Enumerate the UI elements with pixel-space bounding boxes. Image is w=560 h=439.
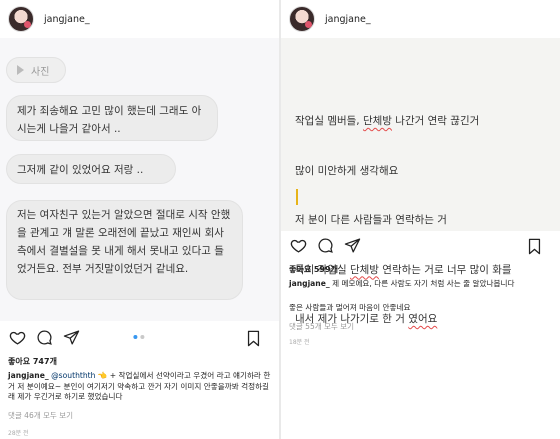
avatar[interactable] <box>8 6 34 32</box>
post-timestamp: 28분 전 <box>8 430 29 437</box>
post-image-chat: 사진 제가 죄송해요 고민 많이 했는데 그래도 아시는게 나을거 같아서 ..… <box>0 38 279 321</box>
carousel-dots <box>132 335 144 339</box>
view-comments-link[interactable]: 댓글 46개 모두 보기 <box>8 410 73 421</box>
caption-username[interactable]: jangjane_ <box>8 371 49 380</box>
view-comments-link[interactable]: 댓글 55개 모두 보기 <box>289 321 354 332</box>
share-icon[interactable] <box>62 328 80 346</box>
play-icon <box>17 65 24 75</box>
post-timestamp: 18분 전 <box>289 339 310 346</box>
username[interactable]: jangjane_ <box>44 14 90 25</box>
comment-icon[interactable] <box>316 236 334 254</box>
memo-text: 작업실 멤버들, 단체방 나간거 연락 끊긴거 많이 미안하게 생각해요 저 분… <box>295 80 512 361</box>
memo-line: 많이 미안하게 생각해요 <box>295 164 399 177</box>
photo-button[interactable]: 사진 <box>6 57 66 83</box>
chat-bubble: 제가 죄송해요 고민 많이 했는데 그래도 아시는게 나을거 같아서 .. <box>6 95 218 141</box>
text-cursor <box>296 189 298 205</box>
memo-line: 작업실 멤버들, 단체방 나간거 연락 끊긴거 <box>295 115 480 127</box>
action-bar <box>0 326 279 348</box>
caption-second-line: 좋은 사람들과 멀어져 마음이 안좋네요 <box>289 303 411 312</box>
bookmark-icon[interactable] <box>244 329 262 347</box>
likes-count[interactable]: 좋아요 599개 <box>289 264 338 275</box>
avatar[interactable] <box>289 6 315 32</box>
left-post: jangjane_ 사진 제가 죄송해요 고민 많이 했는데 그래도 아시는게 … <box>0 0 279 439</box>
chat-bubble: 저는 여자친구 있는거 알았으면 절대로 시작 안했을 관계고 걔 말론 오래전… <box>6 200 243 300</box>
caption-text: 제 메모에요, 다른 사람도 자기 처럼 사는 줄 알았나봅니다 <box>329 279 515 288</box>
chat-bubble: 그저께 같이 있었어요 저랑 .. <box>6 154 176 184</box>
bookmark-icon[interactable] <box>525 237 543 255</box>
post-image-memo: 작업실 멤버들, 단체방 나간거 연락 끊긴거 많이 미안하게 생각해요 저 분… <box>281 38 560 325</box>
caption-username[interactable]: jangjane_ <box>289 279 330 288</box>
carousel-dot-active <box>132 335 137 339</box>
carousel-dot <box>139 335 144 339</box>
photo-label: 사진 <box>31 66 50 78</box>
post-caption: jangjane_ 제 메모에요, 다른 사람도 자기 처럼 사는 줄 알았나봅… <box>289 279 554 290</box>
likes-count[interactable]: 좋아요 747개 <box>8 356 57 367</box>
memo-line: 저 분이 다른 사람들과 연락하는 거 <box>295 214 447 226</box>
caption-mention[interactable]: @souththth <box>51 371 95 380</box>
username[interactable]: jangjane_ <box>325 14 371 25</box>
post-header: jangjane_ <box>0 0 279 38</box>
post-header: jangjane_ <box>281 0 560 38</box>
post-caption: jangjane_ @souththth 👈 + 작업실에서 선약이라고 우겼어… <box>8 371 273 403</box>
right-post: jangjane_ 작업실 멤버들, 단체방 나간거 연락 끊긴거 많이 미안하… <box>281 0 560 439</box>
share-icon[interactable] <box>343 236 361 254</box>
comment-icon[interactable] <box>35 328 53 346</box>
heart-icon[interactable] <box>8 328 26 346</box>
action-bar <box>281 234 560 256</box>
heart-icon[interactable] <box>289 236 307 254</box>
